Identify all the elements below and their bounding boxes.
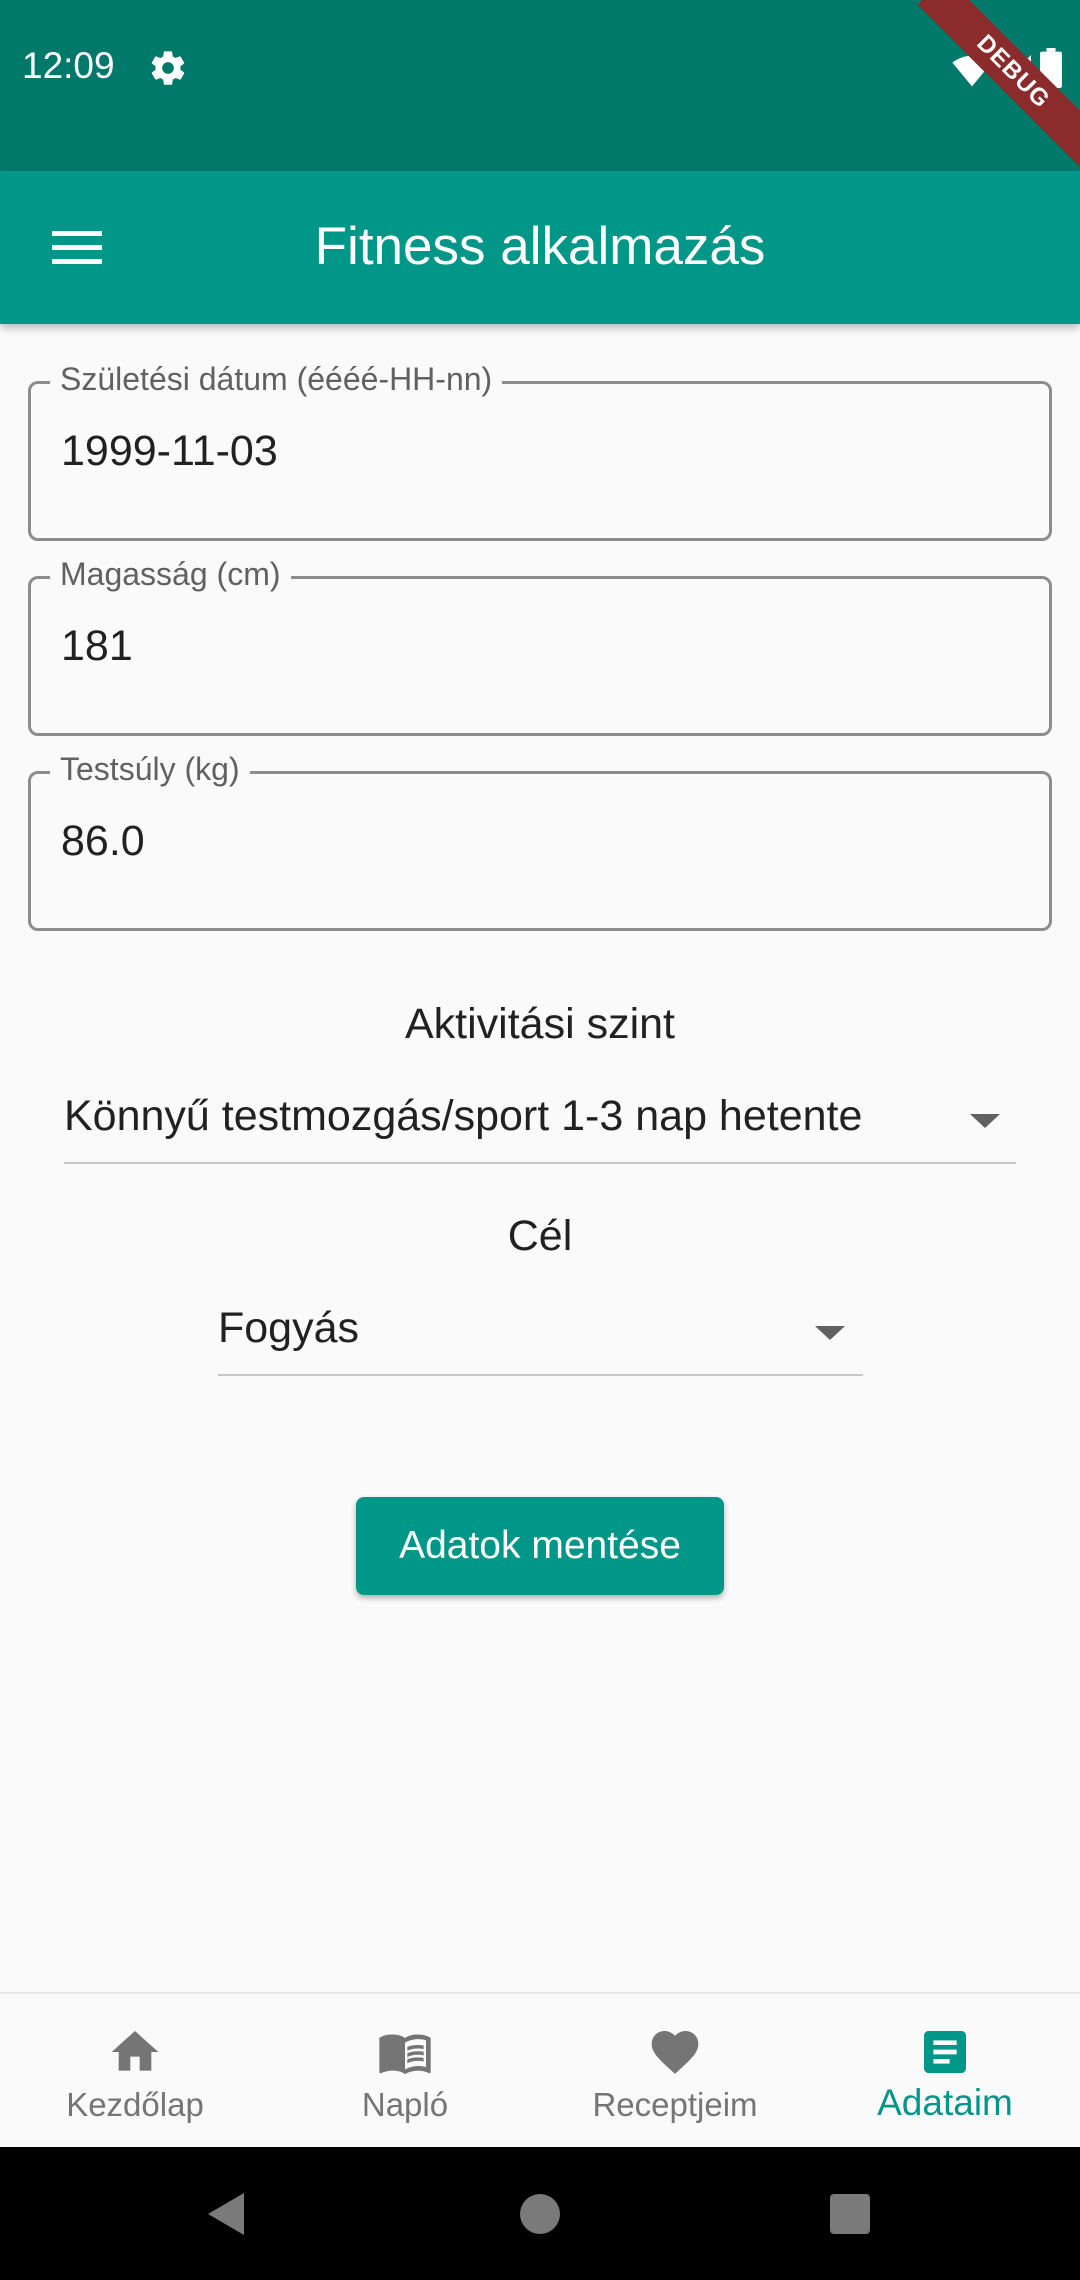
home-button-icon[interactable]	[518, 2192, 562, 2236]
goal-dropdown[interactable]: Fogyás	[218, 1304, 863, 1376]
activity-level-label: Aktivitási szint	[404, 1000, 675, 1048]
nav-item-diary[interactable]: Napló	[270, 1994, 540, 2149]
home-icon	[111, 2031, 159, 2071]
birth-date-field[interactable]: Születési dátum (éééé-HH-nn)	[28, 359, 1052, 541]
nav-item-home[interactable]: Kezdőlap	[0, 1994, 270, 2149]
birth-date-input[interactable]	[61, 427, 961, 476]
height-input[interactable]	[61, 622, 961, 671]
goal-label: Cél	[507, 1212, 573, 1260]
heart-icon	[651, 2031, 699, 2074]
weight-field[interactable]: Testsúly (kg)	[28, 749, 1052, 931]
settings-icon	[151, 51, 185, 85]
document-icon	[924, 2031, 966, 2073]
nav-item-recipes[interactable]: Receptjeim	[540, 1994, 810, 2149]
app-bar: Fitness alkalmazás	[0, 171, 1080, 324]
dropdown-arrow-icon	[815, 1326, 845, 1340]
height-label: Magasság (cm)	[50, 554, 291, 594]
status-time: 12:09	[22, 45, 115, 86]
activity-level-dropdown[interactable]: Könnyű testmozgás/sport 1-3 nap hetente	[64, 1092, 1016, 1164]
height-field[interactable]: Magasság (cm)	[28, 554, 1052, 736]
page-title: Fitness alkalmazás	[314, 217, 766, 276]
nav-label: Adataim	[877, 2082, 1013, 2123]
status-bar: 12:09 DEBUG	[0, 0, 1080, 171]
book-icon	[379, 2034, 431, 2075]
recents-icon[interactable]	[828, 2192, 872, 2236]
nav-label: Napló	[361, 2086, 449, 2123]
system-navigation-bar	[0, 2147, 1080, 2280]
nav-item-my-data[interactable]: Adataim	[810, 1994, 1080, 2149]
dropdown-arrow-icon	[970, 1114, 1000, 1128]
nav-label: Kezdőlap	[66, 2086, 204, 2123]
goal-value: Fogyás	[218, 1304, 360, 1352]
nav-label: Receptjeim	[592, 2086, 758, 2123]
weight-input[interactable]	[61, 817, 961, 866]
back-icon[interactable]	[204, 2191, 248, 2237]
activity-level-value: Könnyű testmozgás/sport 1-3 nap hetente	[64, 1092, 863, 1140]
weight-label: Testsúly (kg)	[50, 749, 250, 789]
birth-date-label: Születési dátum (éééé-HH-nn)	[50, 359, 503, 399]
save-button[interactable]: Adatok mentése	[356, 1497, 724, 1595]
bottom-navigation: Kezdőlap Napló Receptjeim Adataim	[0, 1992, 1080, 2149]
